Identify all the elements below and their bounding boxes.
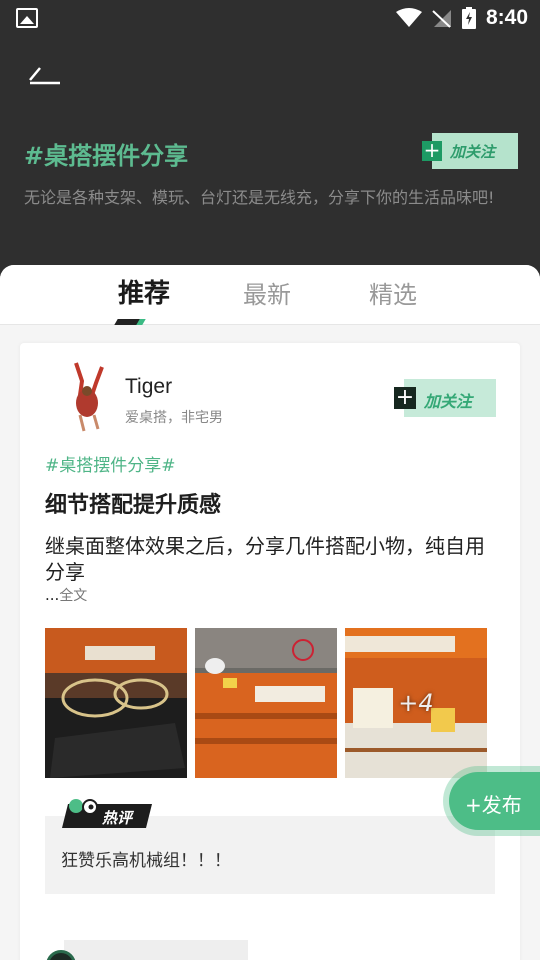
status-time: 8:40 <box>485 6 528 29</box>
next-card-peek <box>64 940 248 960</box>
user-signature: 爱桌搭，非宅男 <box>125 410 223 426</box>
tab-bar: 推荐 最新 精选 <box>0 265 540 325</box>
plus-icon: + <box>394 385 416 410</box>
tab-recommend[interactable]: 推荐 <box>118 273 170 310</box>
image-notification-icon <box>16 8 38 28</box>
hot-comment-badge: 热评 <box>60 798 154 832</box>
post-more: ...全文 <box>45 585 87 605</box>
publish-button-label: +发布 <box>465 793 522 817</box>
post-topic-tag[interactable]: #桌搭摆件分享# <box>45 451 176 476</box>
full-text-link[interactable]: 全文 <box>59 588 87 604</box>
avatar[interactable] <box>62 361 116 433</box>
back-arrow-icon[interactable] <box>26 62 66 94</box>
post-image-2[interactable] <box>195 628 337 778</box>
plus-icon: + <box>422 138 442 162</box>
post-image-3[interactable]: +4 <box>345 628 487 778</box>
status-bar: 8:40 <box>0 0 540 36</box>
post-image-1[interactable] <box>45 628 187 778</box>
tab-indicator <box>114 319 142 325</box>
more-images-count: +4 <box>398 689 434 717</box>
post-body: 继桌面整体效果之后，分享几件搭配小物，纯自用分享 <box>45 534 485 584</box>
publish-button[interactable]: +发布 <box>449 772 540 830</box>
topic-follow-button[interactable]: + 加关注 <box>420 133 518 169</box>
status-right: 8:40 <box>395 6 528 30</box>
topic-description: 无论是各种支架、模玩、台灯还是无线充，分享下你的生活品味吧! <box>24 188 495 207</box>
topic-title: #桌搭摆件分享 <box>24 142 189 170</box>
post-title: 细节搭配提升质感 <box>45 493 222 518</box>
topic-follow-label: 加关注 <box>450 143 496 161</box>
user-follow-button[interactable]: + 加关注 <box>392 379 496 417</box>
no-signal-icon <box>432 10 451 28</box>
hot-comment-text: 狂赞乐高机械组！！！ <box>61 851 231 871</box>
wifi-icon <box>395 8 422 27</box>
tab-featured[interactable]: 精选 <box>369 275 417 310</box>
hot-badge-label: 热评 <box>102 809 133 827</box>
content-sheet: 推荐 最新 精选 Tiger 爱桌搭，非宅男 + 加关注 #桌搭摆件分享# 细节… <box>0 265 540 960</box>
tab-latest[interactable]: 最新 <box>243 275 291 310</box>
battery-icon <box>461 7 476 29</box>
post-card[interactable]: Tiger 爱桌搭，非宅男 + 加关注 #桌搭摆件分享# 细节搭配提升质感 继桌… <box>20 343 520 960</box>
ellipsis: ... <box>45 586 60 604</box>
username[interactable]: Tiger <box>125 375 172 399</box>
user-follow-label: 加关注 <box>424 392 473 411</box>
